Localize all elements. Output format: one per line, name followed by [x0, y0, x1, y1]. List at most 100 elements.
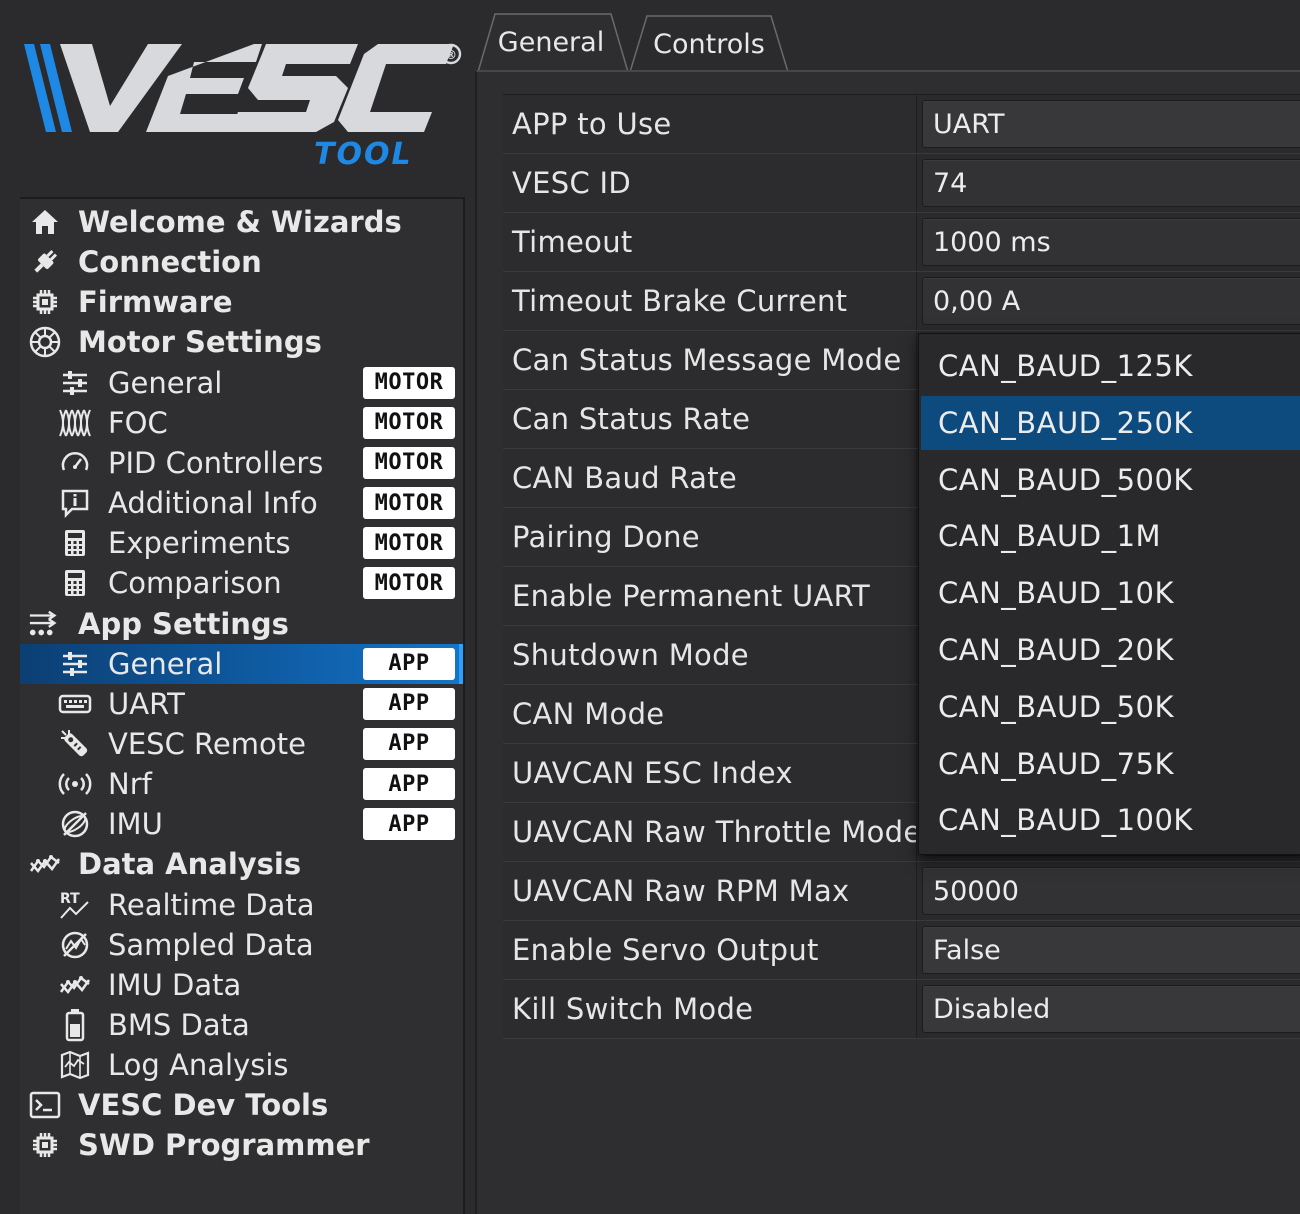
param-row-enable-servo-output: Enable Servo Output False: [503, 921, 1300, 980]
sidebar-item-label: VESC Dev Tools: [78, 1088, 329, 1123]
param-label: APP to Use: [512, 107, 672, 141]
param-spinbox[interactable]: 50000: [922, 867, 1300, 915]
sidebar-item-connection-1[interactable]: Connection: [20, 242, 463, 282]
param-label: Shutdown Mode: [512, 638, 749, 672]
realtime-icon: RT: [58, 888, 92, 922]
sidebar-item-welcome-wizards-0[interactable]: Welcome & Wizards: [20, 202, 463, 242]
dropdown-option-can-baud-500k[interactable]: CAN_BAUD_500K: [921, 453, 1300, 507]
sidebar-item-bms-data-20[interactable]: BMS Data: [20, 1005, 463, 1045]
badge-motor: MOTOR: [363, 567, 455, 600]
tab-controls[interactable]: Controls: [629, 12, 789, 73]
sidebar-item-general-4[interactable]: General MOTOR: [20, 363, 463, 403]
badge-app: APP: [363, 727, 455, 760]
param-value: 74: [933, 167, 968, 199]
battery-icon: [58, 1008, 92, 1042]
param-value: False: [933, 934, 1001, 966]
param-combobox[interactable]: False: [922, 926, 1300, 974]
keyboard-icon: [58, 687, 92, 721]
dropdown-option-can-baud-10k[interactable]: CAN_BAUD_10K: [921, 566, 1300, 620]
sidebar-item-pid-controllers-6[interactable]: PID Controllers MOTOR: [20, 443, 463, 483]
sidebar-item-nrf-14[interactable]: Nrf APP: [20, 764, 463, 804]
sidebar-item-app-settings-10[interactable]: App Settings: [20, 604, 463, 644]
badge-motor: MOTOR: [363, 366, 455, 399]
sidebar-item-label: IMU Data: [108, 967, 242, 1002]
sidebar-item-label: VESC Remote: [108, 726, 306, 761]
analysis-icon: [28, 847, 62, 881]
dropdown-option-label: CAN_BAUD_1M: [938, 519, 1162, 554]
terminal-icon: [28, 1088, 62, 1122]
sidebar-item-label: Comparison: [108, 566, 282, 601]
param-label: Pairing Done: [512, 520, 700, 554]
sidebar-item-sampled-data-18[interactable]: Sampled Data: [20, 925, 463, 965]
sidebar-item-label: SWD Programmer: [78, 1128, 370, 1163]
sidebar-item-experiments-8[interactable]: Experiments MOTOR: [20, 523, 463, 563]
dropdown-option-can-baud-1m[interactable]: CAN_BAUD_1M: [921, 509, 1300, 563]
dropdown-option-can-baud-250k[interactable]: CAN_BAUD_250K: [921, 395, 1300, 450]
svg-text:RT: RT: [60, 891, 80, 907]
sidebar-item-label: Log Analysis: [108, 1048, 289, 1083]
sidebar-item-label: Experiments: [108, 526, 291, 561]
sidebar-item-label: General: [108, 646, 223, 681]
badge-motor: MOTOR: [363, 406, 455, 439]
sidebar-item-label: General: [108, 365, 223, 400]
badge-app: APP: [363, 808, 455, 841]
sidebar-item-motor-settings-3[interactable]: Motor Settings: [20, 322, 463, 362]
badge-app: APP: [363, 647, 455, 680]
sidebar-item-firmware-2[interactable]: Firmware: [20, 282, 463, 322]
param-label: Enable Permanent UART: [512, 579, 871, 613]
sidebar-item-comparison-9[interactable]: Comparison MOTOR: [20, 563, 463, 603]
param-row-uavcan-raw-rpm-max: UAVCAN Raw RPM Max 50000: [503, 862, 1300, 921]
param-row-vesc-id: VESC ID 74: [503, 154, 1300, 213]
param-spinbox[interactable]: 0,00 A: [922, 277, 1300, 325]
app-settings-icon: [28, 607, 62, 641]
calculator-icon: [58, 526, 92, 560]
sidebar-item-data-analysis-16[interactable]: Data Analysis: [20, 844, 463, 884]
chip-icon: [28, 285, 62, 319]
sidebar-item-label: Connection: [78, 245, 262, 280]
sidebar-item-general-11[interactable]: General APP: [20, 643, 463, 684]
imu-icon: [58, 807, 92, 841]
param-combobox[interactable]: UART: [922, 100, 1300, 148]
sidebar-item-swd-programmer-23[interactable]: SWD Programmer: [20, 1125, 463, 1165]
sidebar-item-foc-5[interactable]: FOC MOTOR: [20, 403, 463, 443]
dropdown-option-label: CAN_BAUD_20K: [938, 633, 1174, 667]
badge-motor: MOTOR: [363, 446, 455, 479]
dropdown-option-can-baud-100k[interactable]: CAN_BAUD_100K: [921, 793, 1300, 847]
sidebar-item-additional-info-7[interactable]: Additional Info MOTOR: [20, 483, 463, 523]
param-value: 1000 ms: [933, 226, 1051, 258]
param-label: Enable Servo Output: [512, 933, 819, 967]
param-spinbox[interactable]: 1000 ms: [922, 218, 1300, 266]
home-icon: [28, 205, 62, 239]
param-row-timeout: Timeout 1000 ms: [503, 213, 1300, 272]
sidebar-item-vesc-remote-13[interactable]: VESC Remote APP: [20, 724, 463, 764]
sidebar-item-imu-data-19[interactable]: IMU Data: [20, 965, 463, 1005]
param-label: VESC ID: [512, 166, 632, 200]
param-combobox[interactable]: Disabled: [922, 985, 1300, 1033]
sidebar-item-uart-12[interactable]: UART APP: [20, 684, 463, 724]
dropdown-option-can-baud-50k[interactable]: CAN_BAUD_50K: [921, 680, 1300, 734]
sidebar-item-vesc-dev-tools-22[interactable]: VESC Dev Tools: [20, 1085, 463, 1125]
tab-general-label: General: [497, 26, 605, 58]
sidebar-item-imu-15[interactable]: IMU APP: [20, 804, 463, 844]
dropdown-option-label: CAN_BAUD_50K: [938, 689, 1174, 724]
sidebar-item-log-analysis-21[interactable]: Log Analysis: [20, 1045, 463, 1085]
can-baud-rate-dropdown[interactable]: CAN_BAUD_125K CAN_BAUD_250K CAN_BAUD_500K C…: [918, 333, 1300, 855]
tab-general[interactable]: General: [477, 12, 629, 73]
sidebar-item-realtime-data-17[interactable]: RT Realtime Data: [20, 885, 463, 925]
tab-controls-label: Controls: [653, 28, 765, 60]
registered-mark: ®: [445, 48, 457, 62]
dropdown-option-can-baud-20k[interactable]: CAN_BAUD_20K: [921, 623, 1300, 677]
param-value-cell: Disabled: [916, 980, 1300, 1038]
param-value-cell: UART: [916, 95, 1300, 153]
dropdown-option-can-baud-75k[interactable]: CAN_BAUD_75K: [921, 737, 1300, 791]
param-row-timeout-brake-current: Timeout Brake Current 0,00 A: [503, 272, 1300, 331]
dropdown-option-label: CAN_BAUD_250K: [938, 405, 1193, 440]
sidebar-item-label: Motor Settings: [78, 325, 322, 360]
vesc-tool-logo: ® TOOL: [18, 36, 468, 176]
param-spinbox[interactable]: 74: [922, 159, 1300, 207]
sidebar-item-label: Sampled Data: [108, 927, 314, 962]
sampled-icon: [58, 928, 92, 962]
param-label: UAVCAN Raw RPM Max: [512, 874, 850, 908]
param-row-app-to-use: APP to Use UART: [503, 95, 1300, 154]
dropdown-option-can-baud-125k[interactable]: CAN_BAUD_125K: [921, 339, 1300, 393]
